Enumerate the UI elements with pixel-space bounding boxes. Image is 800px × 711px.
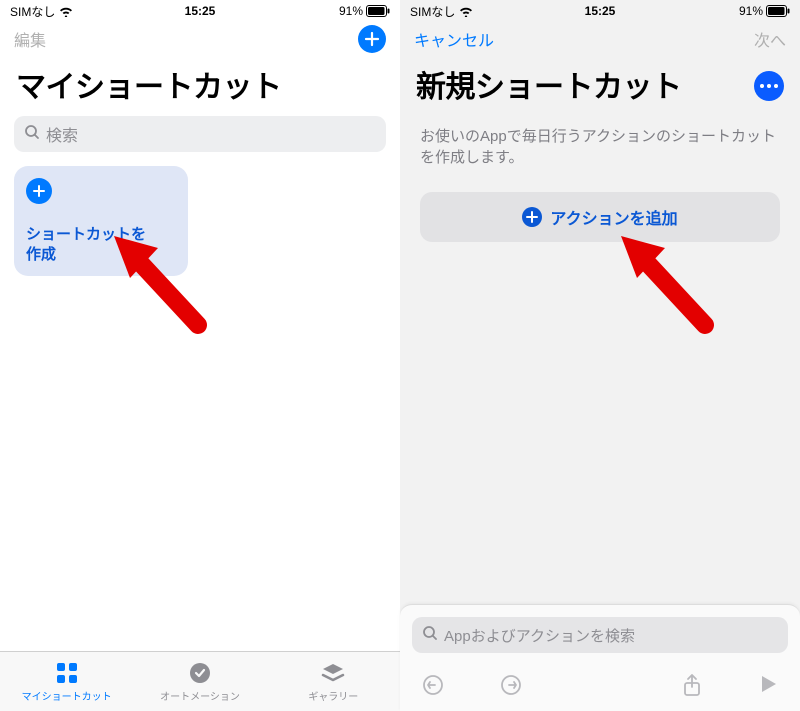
search-icon	[422, 625, 438, 646]
redo-button[interactable]	[500, 674, 522, 701]
ellipsis-icon	[760, 84, 764, 88]
page-title: 新規ショートカット	[400, 56, 698, 116]
clock: 15:25	[585, 4, 616, 18]
run-button[interactable]	[758, 673, 778, 702]
next-button[interactable]: 次へ	[754, 27, 786, 51]
battery-icon	[366, 5, 390, 17]
annotation-arrow	[615, 230, 725, 340]
layers-icon	[321, 660, 345, 686]
tab-label: マイショートカット	[22, 688, 112, 703]
wifi-icon	[59, 6, 73, 17]
undo-button[interactable]	[422, 674, 444, 701]
clock: 15:25	[185, 4, 216, 18]
search-icon	[24, 124, 40, 145]
carrier-text: SIMなし	[10, 3, 55, 20]
clock-check-icon	[188, 660, 212, 686]
cancel-button[interactable]: キャンセル	[414, 27, 494, 51]
action-search-placeholder: Appおよびアクションを検索	[444, 625, 635, 646]
page-title: マイショートカット	[0, 56, 400, 116]
battery-percent: 91%	[739, 4, 763, 18]
more-button[interactable]	[754, 71, 784, 101]
grid-icon	[55, 660, 79, 686]
plus-icon	[522, 207, 542, 227]
nav-bar: 編集	[0, 22, 400, 56]
tab-label: オートメーション	[160, 688, 240, 703]
plus-icon	[364, 31, 380, 47]
sheet-toolbar	[412, 663, 788, 711]
carrier-text: SIMなし	[410, 3, 455, 20]
create-shortcut-label: ショートカットを 作成	[26, 225, 176, 264]
status-bar: SIMなし 15:25 91%	[400, 0, 800, 22]
tab-my-shortcuts[interactable]: マイショートカット	[0, 652, 133, 711]
action-search-input[interactable]: Appおよびアクションを検索	[412, 617, 788, 653]
search-input[interactable]: 検索	[14, 116, 386, 152]
share-button[interactable]	[682, 673, 702, 702]
search-placeholder: 検索	[46, 122, 78, 146]
add-shortcut-button[interactable]	[358, 25, 386, 53]
add-action-button[interactable]: アクションを追加	[420, 192, 780, 242]
edit-button[interactable]: 編集	[14, 27, 46, 51]
status-bar: SIMなし 15:25 91%	[0, 0, 400, 22]
description-text: お使いのAppで毎日行うアクションのショートカットを作成します。	[420, 126, 780, 168]
add-action-label: アクションを追加	[550, 205, 677, 229]
tab-gallery[interactable]: ギャラリー	[267, 652, 400, 711]
battery-icon	[766, 5, 790, 17]
bottom-sheet[interactable]: Appおよびアクションを検索	[400, 604, 800, 711]
tab-bar: マイショートカット オートメーション ギャラリー	[0, 651, 400, 711]
tab-label: ギャラリー	[308, 688, 358, 703]
tab-automation[interactable]: オートメーション	[133, 652, 266, 711]
create-shortcut-card[interactable]: ショートカットを 作成	[14, 166, 188, 276]
plus-icon	[26, 178, 52, 204]
nav-bar: キャンセル 次へ	[400, 22, 800, 56]
battery-percent: 91%	[339, 4, 363, 18]
wifi-icon	[459, 6, 473, 17]
